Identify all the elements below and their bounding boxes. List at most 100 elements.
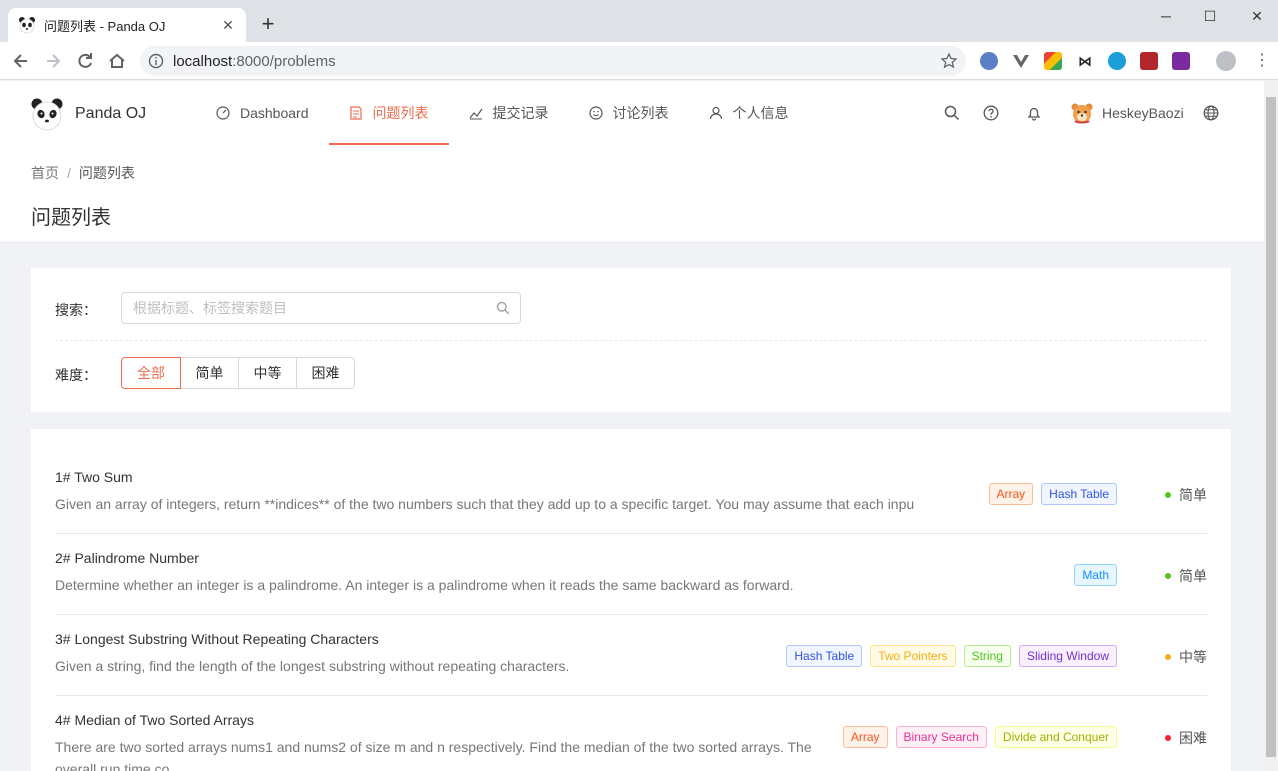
menu-item-label: 个人信息 <box>732 105 789 121</box>
browser-tabstrip: 问题列表 - Panda OJ ✕ + ─ ☐ ✕ <box>0 0 1278 42</box>
extension-bracket-icon[interactable]: ⋈ <box>1076 52 1094 70</box>
address-bar[interactable]: localhost:8000/problems <box>140 46 966 76</box>
window-close-icon[interactable]: ✕ <box>1237 6 1277 26</box>
user-avatar-icon <box>1071 103 1093 124</box>
difficulty-text: 中等 <box>1179 649 1207 665</box>
status-dot <box>1165 492 1171 498</box>
tag[interactable]: Array <box>842 726 888 748</box>
minimize-icon[interactable]: ─ <box>1146 6 1186 26</box>
extension-p-icon[interactable] <box>1108 52 1126 70</box>
problem-description: Given an array of integers, return **ind… <box>55 496 915 512</box>
back-icon[interactable] <box>10 50 32 72</box>
difficulty-option-all[interactable]: 全部 <box>121 357 181 389</box>
menu-item-problems[interactable]: 问题列表 <box>328 81 449 145</box>
search-label: 搜索： <box>55 302 97 318</box>
filter-divider <box>55 340 1207 341</box>
difficulty-label: 难度： <box>55 367 97 383</box>
extension-color-icon[interactable] <box>1044 52 1062 70</box>
home-icon[interactable] <box>106 50 128 72</box>
url-host: localhost <box>173 53 233 70</box>
globe-icon[interactable] <box>1203 105 1219 121</box>
reload-icon[interactable] <box>74 50 96 72</box>
problem-tags: Array Binary Search Divide and Conquer <box>842 726 1117 748</box>
list-item[interactable]: 4# Median of Two Sorted Arrays There are… <box>55 696 1207 771</box>
main-menu: Dashboard 问题列表 提交记录 讨论列表 个人信息 <box>196 81 809 145</box>
extension-vue-icon[interactable] <box>1012 52 1030 70</box>
help-icon[interactable] <box>983 105 999 121</box>
list-item[interactable]: 3# Longest Substring Without Repeating C… <box>55 615 1207 696</box>
difficulty-badge: 简单 <box>1165 566 1207 586</box>
menu-kebab-icon[interactable]: ⋮ <box>1254 51 1270 71</box>
problem-tags: Math <box>1074 564 1117 586</box>
line-chart-icon <box>469 108 482 120</box>
menu-item-discussions[interactable]: 讨论列表 <box>569 81 689 145</box>
problem-description: Given a string, find the length of the l… <box>55 658 570 674</box>
filter-card: 搜索： 难度： 全部 简单 中等 困难 <box>31 268 1231 412</box>
list-item[interactable]: 1# Two Sum Given an array of integers, r… <box>55 453 1207 534</box>
tag[interactable]: Array <box>988 483 1034 505</box>
brand[interactable]: Panda OJ <box>30 97 146 131</box>
difficulty-badge: 简单 <box>1165 485 1207 505</box>
extension-1-icon[interactable] <box>980 52 998 70</box>
search-icon[interactable] <box>944 105 960 121</box>
menu-item-label: 提交记录 <box>492 105 549 121</box>
search-input[interactable] <box>122 293 482 323</box>
bookmark-star-icon[interactable] <box>940 52 958 70</box>
search-box <box>121 292 521 324</box>
profile-avatar-icon[interactable] <box>1216 51 1236 71</box>
problem-title[interactable]: 2# Palindrome Number <box>55 550 199 566</box>
difficulty-text: 简单 <box>1179 568 1207 584</box>
problem-list: 1# Two Sum Given an array of integers, r… <box>31 429 1231 771</box>
panda-logo-icon <box>31 98 63 131</box>
breadcrumb-current: 问题列表 <box>78 165 135 181</box>
tag[interactable]: Two Pointers <box>870 645 956 667</box>
forward-icon[interactable] <box>42 50 64 72</box>
scrollbar-thumb[interactable] <box>1266 97 1276 757</box>
tag[interactable]: Divide and Conquer <box>994 726 1117 748</box>
url-path: :8000/problems <box>232 53 336 70</box>
tag[interactable]: Math <box>1074 564 1117 586</box>
tag[interactable]: String <box>963 645 1011 667</box>
menu-item-submissions[interactable]: 提交记录 <box>449 81 569 145</box>
difficulty-option-hard[interactable]: 困难 <box>296 357 355 389</box>
url-text: localhost:8000/problems <box>173 53 336 70</box>
problem-title[interactable]: 1# Two Sum <box>55 469 133 485</box>
tag[interactable]: Hash Table <box>1041 483 1117 505</box>
smile-icon <box>588 106 603 120</box>
problem-tags: Array Hash Table <box>988 483 1117 505</box>
maximize-icon[interactable]: ☐ <box>1190 6 1230 26</box>
menu-item-dashboard[interactable]: Dashboard <box>196 81 329 145</box>
problem-title[interactable]: 3# Longest Substring Without Repeating C… <box>55 631 379 647</box>
tag[interactable]: Hash Table <box>786 645 863 667</box>
browser-tab[interactable]: 问题列表 - Panda OJ ✕ <box>8 8 246 42</box>
menu-item-profile[interactable]: 个人信息 <box>689 81 809 145</box>
extension-rp-icon[interactable] <box>1172 52 1190 70</box>
panda-favicon-icon <box>19 17 35 34</box>
page-header: 首页 / 问题列表 问题列表 <box>0 145 1264 243</box>
problem-description: There are two sorted arrays nums1 and nu… <box>55 739 812 771</box>
breadcrumb-home[interactable]: 首页 <box>31 165 59 181</box>
tag[interactable]: Binary Search <box>895 726 987 748</box>
tab-close-icon[interactable]: ✕ <box>220 17 236 33</box>
difficulty-badge: 中等 <box>1165 647 1207 667</box>
new-tab-icon[interactable]: + <box>258 13 278 35</box>
brand-name: Panda OJ <box>75 105 147 122</box>
page-scrollbar[interactable] <box>1264 81 1278 771</box>
difficulty-option-easy[interactable]: 简单 <box>180 357 239 389</box>
difficulty-text: 困难 <box>1179 730 1207 746</box>
problem-description: Determine whether an integer is a palind… <box>55 577 794 593</box>
info-icon[interactable] <box>148 53 164 69</box>
problem-title[interactable]: 4# Median of Two Sorted Arrays <box>55 712 254 728</box>
user-menu[interactable]: HeskeyBaozi <box>1070 101 1184 125</box>
difficulty-radio-group: 全部 简单 中等 困难 <box>121 357 355 389</box>
username: HeskeyBaozi <box>1102 105 1184 121</box>
problem-tags: Hash Table Two Pointers String Sliding W… <box>786 645 1117 667</box>
search-icon[interactable] <box>496 301 510 315</box>
tag[interactable]: Sliding Window <box>1018 645 1117 667</box>
list-item[interactable]: 2# Palindrome Number Determine whether a… <box>55 534 1207 615</box>
bell-icon[interactable] <box>1026 105 1042 121</box>
top-navbar: Panda OJ Dashboard 问题列表 提交记录 讨论列表 个人信息 H… <box>0 81 1264 145</box>
difficulty-option-medium[interactable]: 中等 <box>238 357 297 389</box>
breadcrumb: 首页 / 问题列表 <box>31 163 135 183</box>
extension-red-icon[interactable] <box>1140 52 1158 70</box>
